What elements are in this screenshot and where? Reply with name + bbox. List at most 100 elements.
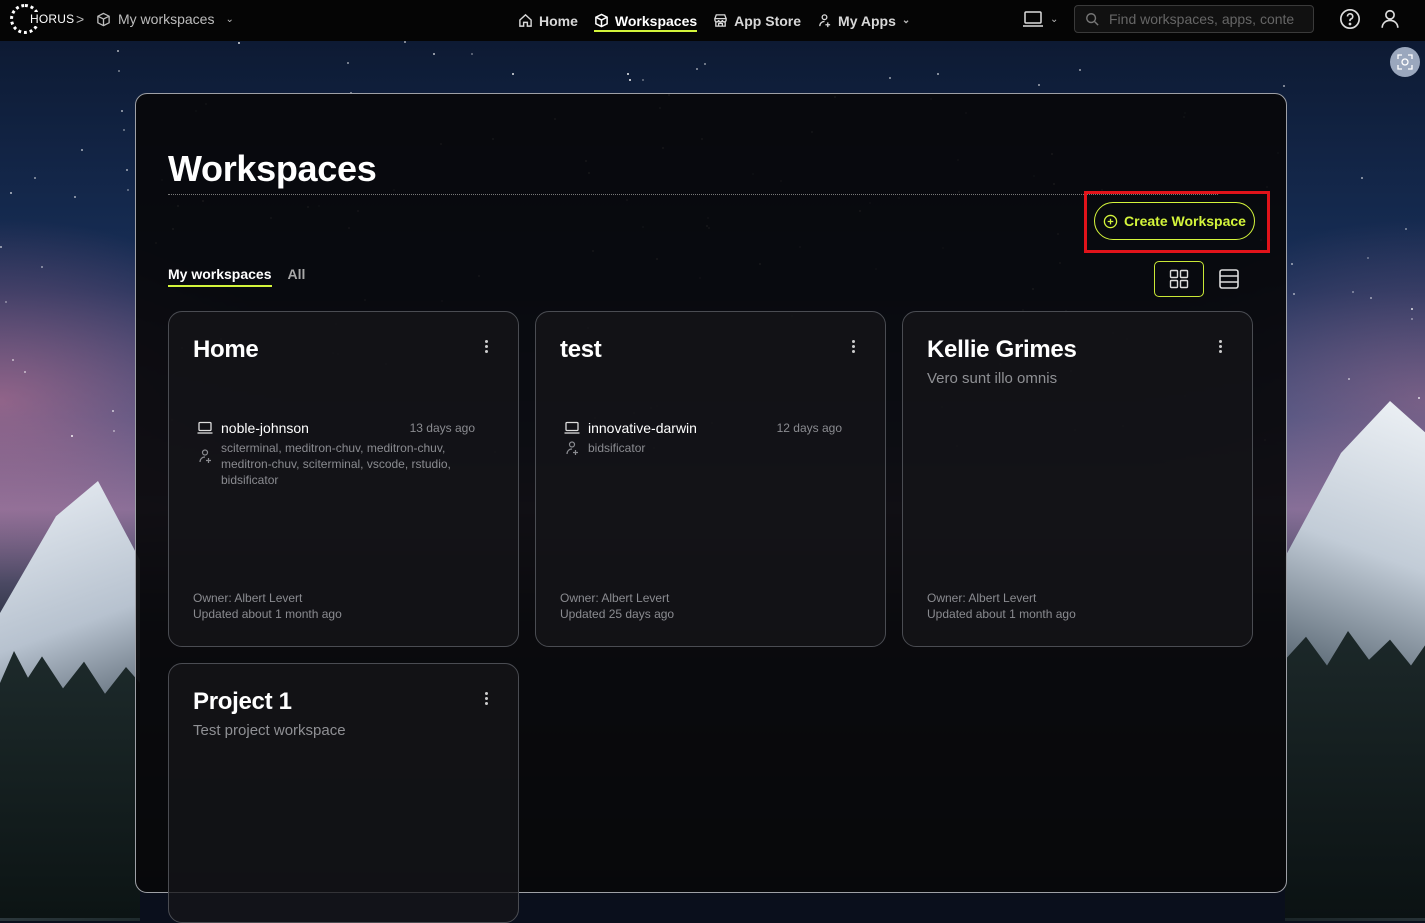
more-options-icon[interactable] xyxy=(852,340,855,353)
plus-circle-icon xyxy=(1103,214,1118,228)
card-footer: Owner: Albert Levert Updated about 1 mon… xyxy=(927,590,1076,622)
tab-all[interactable]: All xyxy=(288,266,306,287)
laptop-icon xyxy=(197,421,213,434)
star xyxy=(433,53,436,56)
star xyxy=(122,129,125,132)
logo-text: HORUS xyxy=(28,12,75,26)
main-nav: Home Workspaces App Store My Apps ⌄ xyxy=(518,0,910,41)
card-footer: Owner: Albert Levert Updated about 1 mon… xyxy=(193,590,342,622)
session-name: innovative-darwin xyxy=(588,420,697,436)
breadcrumb-label: My workspaces xyxy=(118,11,215,27)
session-time: 13 days ago xyxy=(409,421,475,435)
chevron-down-icon: ⌄ xyxy=(1050,13,1059,25)
nav-my-apps-label: My Apps xyxy=(838,12,896,29)
star xyxy=(12,358,15,361)
workspace-updated: Updated about 1 month ago xyxy=(927,607,1076,621)
store-icon xyxy=(714,14,727,27)
star xyxy=(121,109,124,112)
breadcrumb-separator: > xyxy=(76,11,85,27)
create-workspace-button[interactable]: Create Workspace xyxy=(1094,202,1255,240)
top-navbar: HORUS > My workspaces ⌄ Home Workspaces … xyxy=(0,0,1425,41)
workspace-owner: Owner: Albert Levert xyxy=(927,591,1037,605)
star xyxy=(703,62,706,65)
page-title: Workspaces xyxy=(168,148,377,189)
star xyxy=(695,67,698,70)
workspace-tabs: My workspaces All xyxy=(168,266,305,287)
workspace-card[interactable]: Project 1 Test project workspace xyxy=(168,663,519,923)
star xyxy=(1293,292,1296,295)
star xyxy=(627,72,630,75)
search-input[interactable] xyxy=(1107,10,1311,28)
breadcrumb-workspaces[interactable]: My workspaces ⌄ xyxy=(96,11,234,27)
star xyxy=(9,192,12,195)
star xyxy=(113,430,116,433)
forest-left xyxy=(0,651,140,918)
session-name: noble-johnson xyxy=(221,420,309,436)
star xyxy=(125,169,128,172)
star xyxy=(127,189,130,192)
session-item[interactable]: innovative-darwin 12 days ago bidsificat… xyxy=(564,420,842,456)
workspaces-panel: Workspaces Create Workspace My workspace… xyxy=(135,93,1287,923)
star xyxy=(41,266,44,269)
user-menu-button[interactable] xyxy=(1379,8,1401,35)
user-icon xyxy=(1381,9,1399,28)
star xyxy=(118,69,121,72)
horus-logo[interactable]: HORUS xyxy=(10,4,75,34)
nav-app-store-label: App Store xyxy=(734,12,802,29)
star xyxy=(1367,257,1370,260)
session-apps: sciterminal, meditron-chuv, meditron-chu… xyxy=(221,441,451,487)
floating-action-button[interactable] xyxy=(1390,47,1420,77)
workspace-owner: Owner: Albert Levert xyxy=(560,591,670,605)
more-options-icon[interactable] xyxy=(485,692,488,705)
cube-icon xyxy=(97,12,110,26)
help-icon xyxy=(1340,9,1360,29)
star xyxy=(641,78,644,81)
star xyxy=(1361,177,1364,180)
star xyxy=(1352,291,1355,294)
focus-icon xyxy=(1397,54,1413,70)
star xyxy=(34,176,37,179)
star xyxy=(1417,397,1420,400)
star xyxy=(404,41,407,43)
forest-right xyxy=(1285,631,1425,918)
nav-home[interactable]: Home xyxy=(518,0,578,41)
star xyxy=(1037,84,1040,87)
nav-my-apps[interactable]: My Apps ⌄ xyxy=(817,0,910,41)
more-options-icon[interactable] xyxy=(485,340,488,353)
more-options-icon[interactable] xyxy=(1219,340,1222,353)
grid-icon xyxy=(1169,269,1189,289)
list-view-toggle[interactable] xyxy=(1216,266,1242,292)
workspace-card[interactable]: test innovative-darwin 12 days ago bidsi… xyxy=(535,311,886,647)
tab-my-workspaces[interactable]: My workspaces xyxy=(168,266,272,287)
workspace-description: Vero sunt illo omnis xyxy=(927,370,1058,387)
star xyxy=(347,62,350,65)
chevron-down-icon: ⌄ xyxy=(901,15,911,26)
cube-icon xyxy=(595,13,608,28)
workspace-title: Home xyxy=(193,336,259,363)
workspace-updated: Updated 25 days ago xyxy=(560,607,675,621)
nav-workspaces[interactable]: Workspaces xyxy=(593,0,698,41)
star xyxy=(628,78,631,81)
star xyxy=(0,245,3,248)
nav-app-store[interactable]: App Store xyxy=(713,0,801,41)
session-item[interactable]: noble-johnson 13 days ago sciterminal, m… xyxy=(197,420,475,488)
star xyxy=(111,410,114,413)
apps-person-icon xyxy=(566,441,578,455)
device-selector[interactable]: ⌄ xyxy=(1022,10,1058,28)
star xyxy=(471,52,474,55)
home-icon xyxy=(519,13,532,27)
star xyxy=(512,73,515,76)
help-button[interactable] xyxy=(1339,8,1361,35)
star xyxy=(1348,378,1351,381)
search-icon xyxy=(1086,13,1099,26)
star xyxy=(238,42,241,45)
star xyxy=(1282,85,1285,88)
workspace-card[interactable]: Home noble-johnson 13 days ago scitermin… xyxy=(168,311,519,647)
chevron-down-icon: ⌄ xyxy=(225,13,234,25)
workspace-updated: Updated about 1 month ago xyxy=(193,607,342,621)
session-time: 12 days ago xyxy=(776,421,842,435)
workspace-card[interactable]: Kellie Grimes Vero sunt illo omnis Owner… xyxy=(902,311,1253,647)
global-search[interactable] xyxy=(1074,5,1314,33)
star xyxy=(936,73,939,76)
grid-view-toggle[interactable] xyxy=(1154,261,1204,297)
